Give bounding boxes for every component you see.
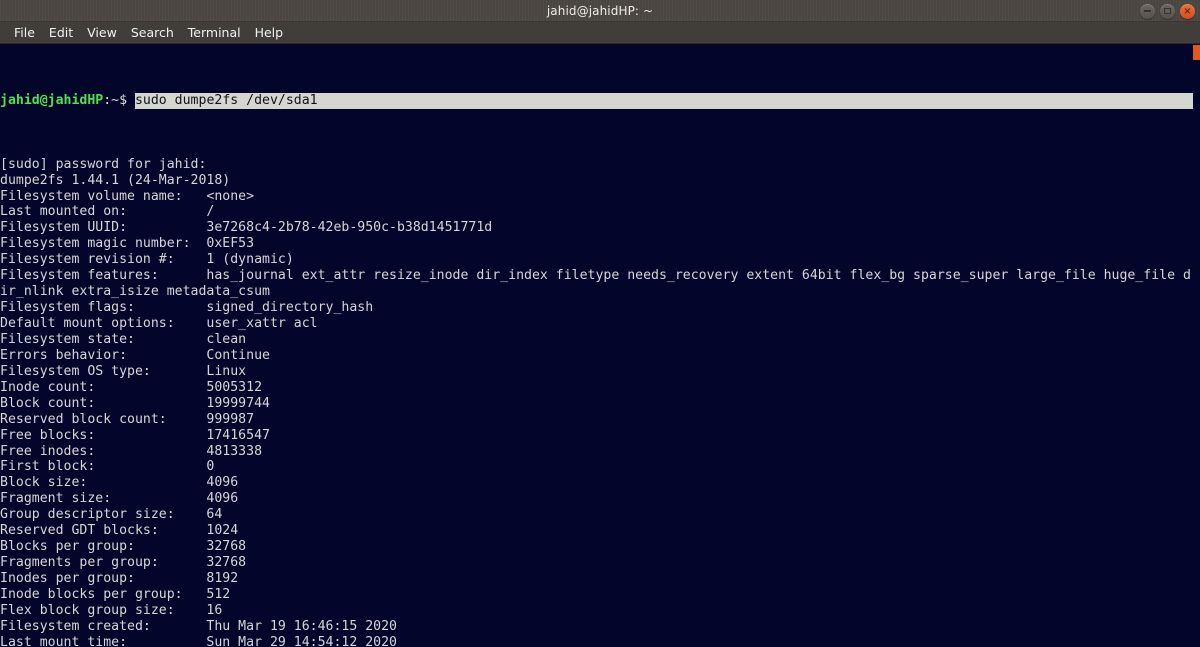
terminal-text: jahid@jahidHP:~$ sudo dumpe2fs /dev/sda1… bbox=[0, 45, 1200, 647]
terminal-line: Inodes per group: 8192 bbox=[0, 571, 239, 587]
terminal-line: ir_nlink extra_isize metadata_csum bbox=[0, 284, 270, 300]
window-controls: × bbox=[1140, 0, 1195, 22]
command-text-selected[interactable]: sudo dumpe2fs /dev/sda1 bbox=[134, 92, 1193, 109]
terminal-line: Fragments per group: 32768 bbox=[0, 555, 247, 571]
command-output: [sudo] password for jahid: dumpe2fs 1.44.… bbox=[0, 157, 1200, 647]
terminal-line: Filesystem flags: signed_directory_hash bbox=[0, 300, 382, 316]
menu-item-edit[interactable]: Edit bbox=[42, 23, 80, 42]
terminal-line: Filesystem magic number: 0xEF53 bbox=[0, 236, 255, 252]
terminal-line: Filesystem OS type: Linux bbox=[0, 363, 247, 379]
terminal-line: Free blocks: 17416547 bbox=[0, 427, 270, 443]
terminal-line: Flex block group size: 16 bbox=[0, 602, 223, 618]
menu-item-search[interactable]: Search bbox=[124, 23, 181, 42]
command-prompt-line[interactable]: jahid@jahidHP:~$ sudo dumpe2fs /dev/sda1 bbox=[0, 92, 1200, 109]
terminal-line: Block size: 4096 bbox=[0, 475, 239, 491]
close-icon: × bbox=[1183, 5, 1192, 17]
terminal-line: First block: 0 bbox=[0, 459, 215, 475]
minimize-button[interactable] bbox=[1140, 3, 1155, 19]
terminal-line: Group descriptor size: 64 bbox=[0, 507, 223, 523]
title-bar[interactable]: jahid@jahidHP: ~ × bbox=[0, 0, 1200, 22]
terminal-line: Filesystem features: has_journal ext_att… bbox=[0, 268, 1191, 284]
menu-item-help[interactable]: Help bbox=[248, 23, 291, 42]
terminal-line: Filesystem revision #: 1 (dynamic) bbox=[0, 252, 294, 268]
prompt-user-host: jahid@jahidHP bbox=[0, 92, 104, 108]
terminal-line: Inode count: 5005312 bbox=[0, 379, 263, 395]
close-button[interactable]: × bbox=[1180, 3, 1195, 19]
terminal-line: Last mounted on: / bbox=[0, 204, 215, 220]
terminal-line: Filesystem created: Thu Mar 19 16:46:15 … bbox=[0, 618, 397, 634]
window-title: jahid@jahidHP: ~ bbox=[546, 3, 654, 18]
terminal-line: Reserved block count: 999987 bbox=[0, 411, 255, 427]
terminal-line: Errors behavior: Continue bbox=[0, 347, 270, 363]
terminal-line: Default mount options: user_xattr acl bbox=[0, 316, 318, 332]
terminal-line: Inode blocks per group: 512 bbox=[0, 586, 231, 602]
prompt-path: :~$ bbox=[103, 92, 135, 108]
terminal-line: Filesystem state: clean bbox=[0, 331, 247, 347]
menu-bar: File Edit View Search Terminal Help bbox=[0, 22, 1200, 44]
terminal-output-area[interactable]: jahid@jahidHP:~$ sudo dumpe2fs /dev/sda1… bbox=[0, 44, 1200, 647]
terminal-line: Filesystem UUID: 3e7268c4-2b78-42eb-950c… bbox=[0, 220, 493, 236]
minimize-icon bbox=[1144, 9, 1151, 13]
terminal-window: jahid@jahidHP: ~ × File Edit View Search… bbox=[0, 0, 1200, 647]
terminal-line: Free inodes: 4813338 bbox=[0, 443, 263, 459]
terminal-line: Block count: 19999744 bbox=[0, 395, 270, 411]
terminal-line: Fragment size: 4096 bbox=[0, 491, 239, 507]
menu-item-view[interactable]: View bbox=[80, 23, 124, 42]
terminal-line: [sudo] password for jahid: bbox=[0, 156, 207, 172]
menu-item-terminal[interactable]: Terminal bbox=[181, 23, 248, 42]
terminal-line: Filesystem volume name: <none> bbox=[0, 188, 255, 204]
maximize-icon bbox=[1164, 8, 1171, 14]
terminal-line: Last mount time: Sun Mar 29 14:54:12 202… bbox=[0, 634, 397, 647]
terminal-line: Reserved GDT blocks: 1024 bbox=[0, 523, 239, 539]
terminal-line: Blocks per group: 32768 bbox=[0, 539, 247, 555]
maximize-button[interactable] bbox=[1160, 3, 1175, 19]
menu-item-file[interactable]: File bbox=[7, 23, 42, 42]
terminal-line: dumpe2fs 1.44.1 (24-Mar-2018) bbox=[0, 172, 231, 188]
